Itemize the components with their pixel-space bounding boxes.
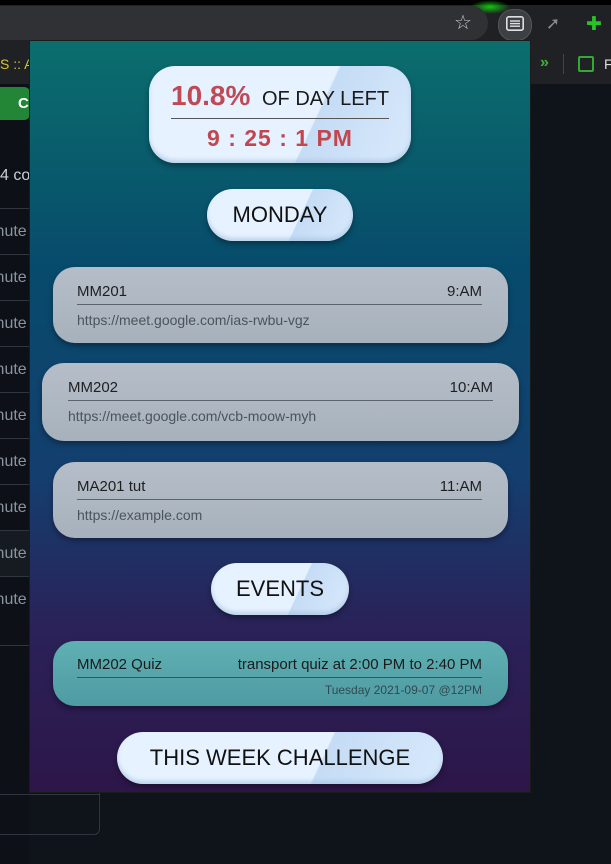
event-name: MM202 Quiz bbox=[77, 656, 163, 673]
class-link[interactable]: https://example.com bbox=[77, 507, 202, 523]
class-divider bbox=[68, 400, 493, 401]
background-row: inute bbox=[0, 300, 30, 346]
tab-strip bbox=[0, 0, 611, 5]
day-heading: MONDAY bbox=[207, 189, 353, 241]
class-card[interactable]: MA201 tut 11:AM https://example.com bbox=[53, 462, 508, 538]
rocket-icon[interactable]: ➚ bbox=[543, 14, 563, 34]
class-name: MA201 tut bbox=[77, 478, 146, 495]
clock-divider bbox=[171, 118, 389, 119]
class-divider bbox=[77, 499, 482, 500]
day-left-percent: 10.8% bbox=[171, 80, 251, 111]
challenge-heading: THIS WEEK CHALLENGE bbox=[117, 732, 443, 784]
event-date: Tuesday 2021-09-07 @12PM bbox=[324, 683, 482, 697]
class-card[interactable]: MM201 9:AM https://meet.google.com/ias-r… bbox=[53, 267, 508, 343]
current-time: 9 : 25 : 1 PM bbox=[207, 125, 353, 151]
reading-list-label[interactable]: F bbox=[604, 56, 611, 72]
background-divider bbox=[0, 794, 100, 795]
address-bar[interactable] bbox=[0, 6, 488, 40]
background-row: inute bbox=[0, 576, 30, 622]
event-divider bbox=[77, 677, 482, 678]
class-time: 10:AM bbox=[449, 379, 493, 396]
background-row: inute bbox=[0, 346, 30, 392]
background-count-text: 4 co bbox=[0, 167, 31, 184]
event-card[interactable]: MM202 Quiz transport quiz at 2:00 PM to … bbox=[53, 641, 508, 706]
background-row: inute bbox=[0, 392, 30, 438]
bookmark-star-icon[interactable]: ☆ bbox=[452, 12, 474, 34]
reading-list-icon[interactable] bbox=[578, 56, 594, 72]
background-row: inute bbox=[0, 530, 30, 576]
event-description: transport quiz at 2:00 PM to 2:40 PM bbox=[237, 656, 482, 673]
class-link[interactable]: https://meet.google.com/ias-rwbu-vgz bbox=[77, 312, 310, 328]
class-link[interactable]: https://meet.google.com/vcb-moow-myh bbox=[68, 408, 316, 424]
extension-popup: 10.8% OF DAY LEFT 9 : 25 : 1 PM MONDAY M… bbox=[30, 41, 530, 792]
day-left-label: OF DAY LEFT bbox=[262, 88, 390, 110]
class-time: 11:AM bbox=[439, 478, 482, 495]
bookmarks-divider bbox=[563, 54, 564, 74]
class-time: 9:AM bbox=[446, 283, 482, 300]
background-row: inute bbox=[0, 438, 30, 484]
class-name: MM202 bbox=[68, 379, 119, 396]
puzzle-extensions-icon[interactable]: ✚ bbox=[583, 13, 605, 35]
background-row: inute bbox=[0, 208, 30, 254]
day-progress-clock: 10.8% OF DAY LEFT 9 : 25 : 1 PM bbox=[149, 66, 411, 163]
class-card-hovered[interactable]: MM202 10:AM https://meet.google.com/vcb-… bbox=[42, 363, 519, 441]
bookmarks-overflow-chevron-icon[interactable]: » bbox=[540, 54, 549, 72]
background-green-button[interactable]: C bbox=[0, 87, 30, 120]
class-divider bbox=[77, 304, 482, 305]
class-name: MM201 bbox=[77, 283, 128, 300]
background-row: inute bbox=[0, 254, 30, 300]
events-heading: EVENTS bbox=[211, 563, 349, 615]
list-icon[interactable] bbox=[506, 16, 524, 31]
background-row: inute bbox=[0, 484, 30, 530]
